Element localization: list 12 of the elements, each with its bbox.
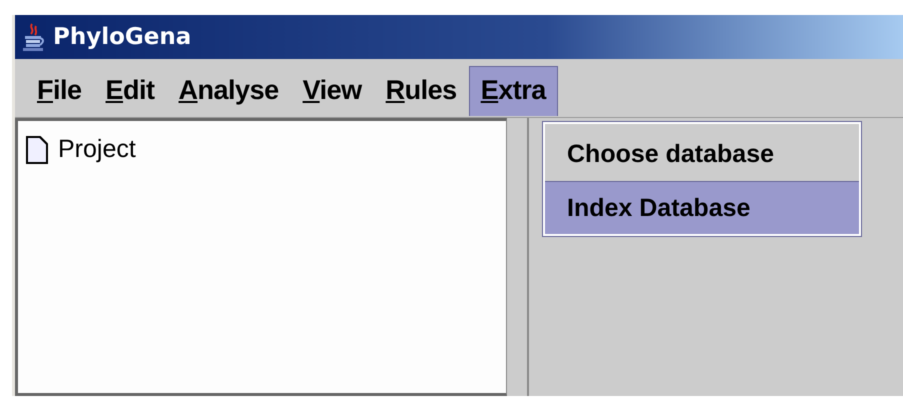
coffee-cup-icon	[21, 22, 47, 52]
menu-option[interactable]: Index Database	[545, 181, 859, 234]
menu-item[interactable]: Extra	[468, 66, 558, 116]
window-title: PhyloGena	[53, 24, 192, 50]
menu-item[interactable]: Analyse	[166, 66, 291, 116]
menu-item[interactable]: Edit	[94, 66, 167, 116]
tree-item[interactable]: Project	[58, 135, 136, 164]
menu-option[interactable]: Choose database	[545, 124, 859, 181]
menu-item[interactable]: View	[290, 66, 374, 116]
document-icon	[26, 136, 48, 164]
menu-item[interactable]: Rules	[374, 66, 469, 116]
menu-item[interactable]: File	[25, 66, 94, 116]
